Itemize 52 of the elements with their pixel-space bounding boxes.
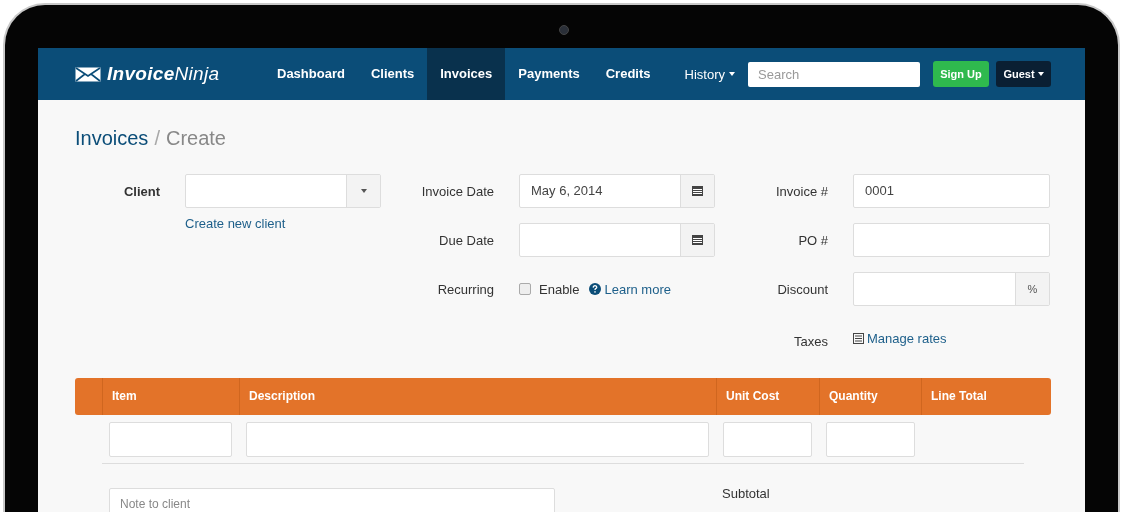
column-header: Unit Cost [716,378,819,415]
column-header: Line Total [921,378,1051,415]
caret-icon [1037,72,1044,76]
field-label: Taxes [793,332,829,349]
page-title: Create [165,126,226,150]
subtotal-label: Subtotal [722,486,770,501]
percent-addon: % [1015,273,1049,305]
field-label: Invoice Date [420,183,495,199]
history-menu[interactable]: History [684,66,735,82]
learn-more-link[interactable]: Learn more [589,281,671,297]
field-label: PO # [797,232,829,248]
date-field[interactable] [519,223,715,257]
nav-link[interactable]: Payments [505,48,593,100]
breadcrumb-link[interactable]: Invoices [75,126,149,150]
logo-text: InvoiceNinja [107,63,220,85]
field-label: Client [122,183,161,199]
text-field[interactable] [853,223,1050,257]
manage-rates-link[interactable]: Manage rates [853,330,1050,346]
column-header: Quantity [819,378,921,415]
client-select[interactable] [185,174,381,208]
column-header: Item [102,378,239,415]
field-label: Due Date [438,232,495,248]
note-field[interactable]: Note to client [109,488,555,512]
field-label: Invoice # [774,183,829,199]
text-field[interactable]: 0001 [853,174,1050,208]
line-item-input[interactable] [826,422,915,457]
line-item-input[interactable] [246,422,709,457]
search-field[interactable]: Search [748,61,920,87]
field-label: Recurring [436,281,495,297]
nav-link[interactable]: Invoices [427,48,506,100]
discount-field[interactable]: % [853,272,1050,306]
envelope-icon [75,66,101,82]
camera-dot [559,25,569,35]
caret-icon [360,189,367,193]
enable-checkbox[interactable] [519,283,531,295]
column-header: Description [239,378,716,415]
calendar-icon [692,186,703,196]
list-icon [853,332,864,344]
caret-icon [729,72,735,76]
breadcrumb-separator: / [154,126,160,150]
nav-link[interactable]: Clients [357,48,428,100]
calendar-icon [692,235,703,245]
field-label: Discount [776,281,829,297]
checkbox-label: Enable [539,281,580,297]
line-item-input[interactable] [109,422,232,457]
nav-link[interactable]: Credits [592,48,664,100]
nav-link[interactable]: Dashboard [264,48,358,100]
create-client-link[interactable]: Create new client [185,216,381,231]
user-menu-button[interactable]: Guest [996,61,1051,87]
line-item-input[interactable] [723,422,812,457]
help-icon [589,283,602,295]
date-field[interactable]: May 6, 2014 [519,174,715,208]
